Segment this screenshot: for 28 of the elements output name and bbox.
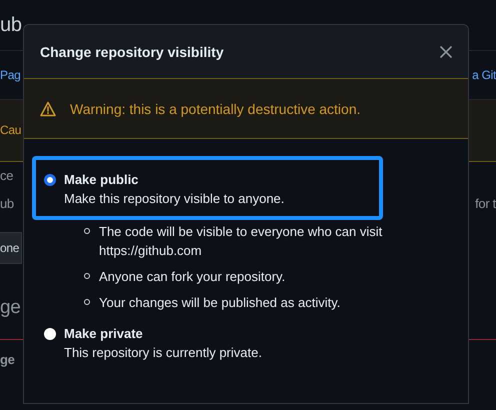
bullet-icon [84, 228, 90, 234]
option-description: This repository is currently private. [64, 345, 262, 360]
visibility-option[interactable]: Make public Make this repository visible to anyone. [32, 156, 383, 220]
option-label: Make private [64, 326, 144, 341]
background-text: ge [0, 297, 21, 320]
background-text: ge [0, 352, 15, 368]
option-description: Make this repository visible to anyone. [64, 191, 284, 206]
option-label: Make public [64, 172, 140, 187]
background-link[interactable]: a Git [472, 68, 496, 82]
radio-button[interactable] [44, 174, 56, 186]
background-text: Cau [0, 123, 22, 138]
warning-icon [40, 100, 56, 116]
background-text: ub [0, 196, 14, 212]
bullet-icon [84, 299, 90, 305]
detail-text: The code will be visible to everyone who can visit https://github.com [99, 223, 384, 260]
background-button[interactable]: one [0, 232, 22, 264]
bullet-icon [84, 273, 90, 279]
background-text: ub [0, 13, 22, 37]
dialog-title: Change repository visibility [40, 44, 224, 60]
background-link[interactable]: Pag [0, 68, 20, 82]
detail-text: Anyone can fork your repository. [99, 268, 286, 286]
background-text: for t [475, 196, 496, 212]
close-button[interactable] [440, 46, 452, 58]
background-text: ce [0, 168, 14, 184]
visibility-option[interactable]: Make private This repository is currently private. [32, 326, 460, 360]
detail-text: Your changes will be published as activity. [99, 294, 340, 312]
warning-text: Warning: this is a potentially destructive action. [70, 100, 361, 116]
close-icon [440, 46, 452, 58]
